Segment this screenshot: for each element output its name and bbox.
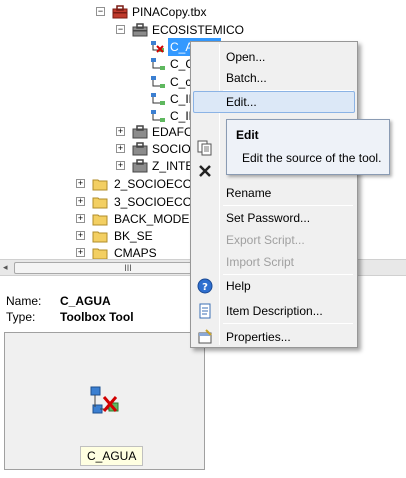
document-icon <box>199 303 211 319</box>
copy-icon <box>197 140 212 156</box>
properties-icon <box>198 329 212 344</box>
expand-toggle[interactable]: + <box>76 179 85 188</box>
model-thumbnail-icon <box>90 386 119 414</box>
tree-label: BK_SE <box>114 229 153 243</box>
menu-item-properties[interactable]: Properties... <box>193 326 355 348</box>
delete-icon <box>199 165 211 177</box>
expand-toggle[interactable]: + <box>116 127 125 136</box>
type-value: Toolbox Tool <box>60 310 134 324</box>
menu-item-edit[interactable]: Edit... <box>193 91 355 113</box>
model-icon <box>151 110 165 122</box>
folder-icon <box>92 197 108 209</box>
name-row: Name: C_AGUA <box>6 294 111 308</box>
expand-toggle[interactable]: + <box>116 144 125 153</box>
menu-item-rename[interactable]: Rename <box>193 182 355 204</box>
expand-toggle[interactable]: + <box>76 248 85 257</box>
type-row: Type: Toolbox Tool <box>6 310 134 324</box>
context-menu: Open... Batch... Edit... D C D Rename Se… <box>190 41 358 348</box>
tree-label: Z_INTE <box>152 159 194 173</box>
menu-item-item-description[interactable]: Item Description... <box>193 300 355 322</box>
collapse-toggle[interactable]: − <box>96 7 105 16</box>
item-thumbnail: C_AGUA <box>4 332 205 470</box>
thumbnail-caption: C_AGUA <box>80 446 144 466</box>
model-error-icon <box>151 41 164 53</box>
menu-separator <box>223 205 353 206</box>
tree-label: 2_SOCIOECOS <box>114 177 201 191</box>
menu-item-open[interactable]: Open... <box>193 46 355 68</box>
svg-text:?: ? <box>202 282 208 293</box>
menu-item-label: Properties... <box>226 330 291 344</box>
tree-label: BACK_MODEL <box>114 212 197 226</box>
menu-item-label: Help <box>226 279 251 293</box>
folder-icon <box>92 179 108 191</box>
menu-separator <box>223 323 353 324</box>
type-key: Type: <box>6 310 36 324</box>
menu-item-batch[interactable]: Batch... <box>193 67 355 89</box>
model-icon <box>151 93 165 105</box>
expand-toggle[interactable]: + <box>76 231 85 240</box>
tree-label: 3_SOCIOECON <box>114 195 201 209</box>
menu-item-label: Item Description... <box>226 304 323 318</box>
name-value: C_AGUA <box>60 294 111 308</box>
menu-item-export-script: Export Script... <box>226 233 305 247</box>
tooltip-description: Edit the source of the tool. <box>242 151 382 165</box>
expand-toggle[interactable]: + <box>116 161 125 170</box>
folder-icon <box>92 214 108 226</box>
toolset-icon <box>132 23 148 37</box>
model-icon <box>151 76 165 88</box>
toolset-icon <box>132 159 148 173</box>
menu-item-set-password[interactable]: Set Password... <box>193 207 355 229</box>
tooltip-title: Edit <box>236 128 259 142</box>
folder-icon <box>92 248 108 260</box>
help-icon: ? <box>197 278 213 294</box>
tree-label: PINACopy.tbx <box>132 5 207 19</box>
tree-label: ECOSISTEMICO <box>152 23 245 37</box>
toolset-icon <box>132 125 148 139</box>
toolset-icon <box>132 142 148 156</box>
tooltip: Edit Edit the source of the tool. <box>226 119 390 175</box>
name-key: Name: <box>6 294 42 308</box>
toolbox-icon <box>112 5 128 19</box>
expand-toggle[interactable]: + <box>76 214 85 223</box>
menu-item-help[interactable]: ? Help <box>193 275 355 297</box>
grip-icon: III <box>124 263 132 273</box>
model-icon <box>151 58 165 70</box>
menu-item-import-script: Import Script <box>226 255 295 269</box>
tree-label: C_c <box>170 75 192 89</box>
folder-icon <box>92 231 108 243</box>
scroll-left-icon[interactable]: ◂ <box>3 262 8 273</box>
expand-toggle[interactable]: + <box>76 197 85 206</box>
collapse-toggle[interactable]: − <box>116 25 125 34</box>
